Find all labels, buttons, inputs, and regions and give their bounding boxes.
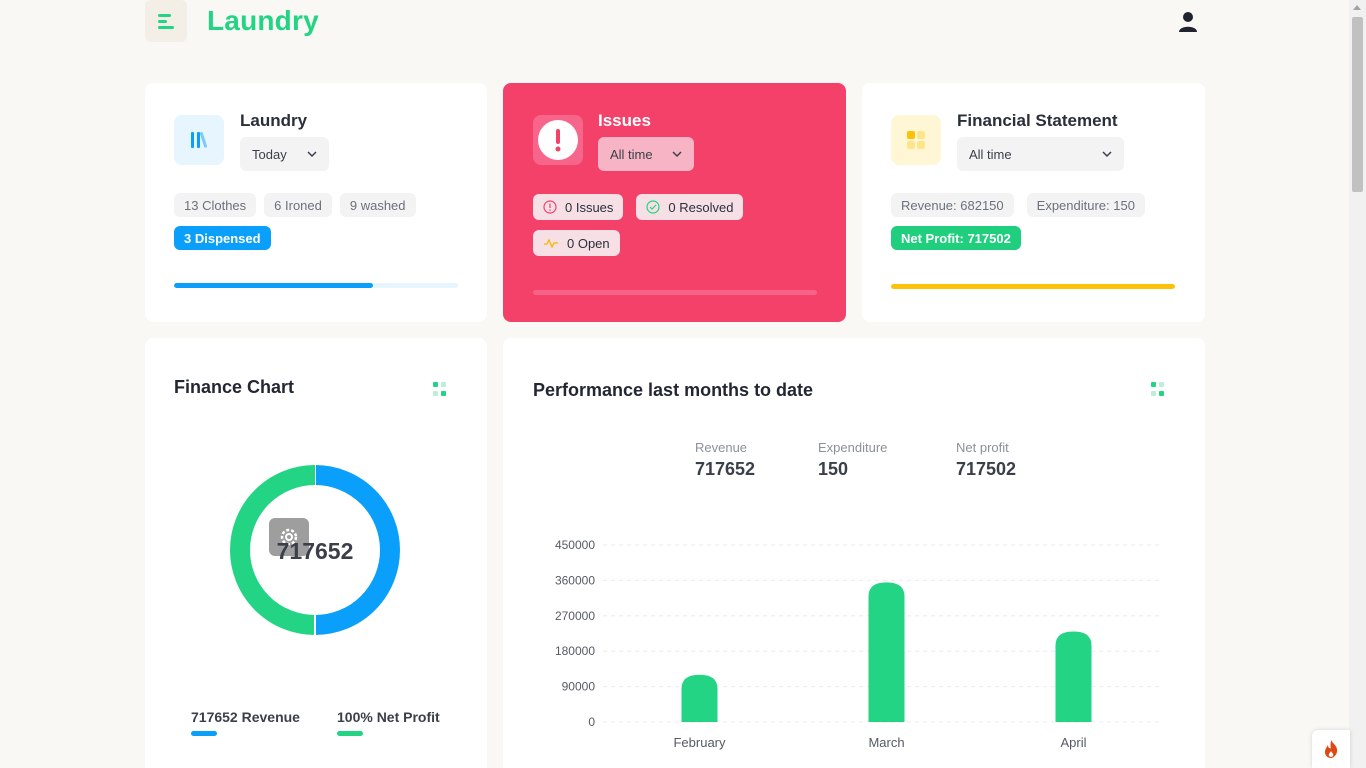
y-tick-label: 0: [588, 715, 595, 729]
issues-count-chip: 0 Issues: [533, 194, 624, 220]
menu-button[interactable]: [145, 0, 187, 42]
bar-april: [1055, 631, 1092, 722]
laundry-progress-bar: [174, 283, 458, 288]
laundry-period-select[interactable]: Today: [240, 137, 329, 171]
resolved-icon: [646, 200, 661, 214]
y-tick-label: 360000: [555, 573, 595, 587]
financial-period-value: All time: [969, 146, 1012, 162]
open-count-chip: 0 Open: [533, 230, 620, 256]
revenue-chip: Revenue: 682150: [891, 193, 1014, 217]
y-tick-label: 450000: [555, 538, 595, 552]
net-profit-chip: Net Profit: 717502: [891, 226, 1021, 250]
bar-march: [868, 582, 905, 722]
finance-chart-card: Finance Chart 717652 717652 Revenue 100%…: [145, 338, 487, 768]
info-circle-icon: [543, 200, 557, 214]
menu-icon-line: [158, 19, 167, 23]
activity-icon: [544, 238, 558, 249]
performance-bar-chart: 450000 360000 270000 180000 90000 0 February Ma…: [555, 538, 1163, 750]
alert-icon: [533, 115, 583, 165]
resolved-count-label: 0 Resolved: [668, 199, 734, 215]
y-tick-label: 180000: [555, 644, 595, 658]
page-scrollbar[interactable]: [1349, 0, 1366, 768]
expenditure-chip: Expenditure: 150: [1026, 193, 1145, 217]
scrollbar-thumb[interactable]: [1352, 17, 1363, 192]
flame-icon: [1325, 740, 1338, 758]
chevron-down-icon: [1102, 151, 1112, 158]
donut-center-value: 717652: [276, 538, 354, 564]
brand-title: Laundry: [207, 5, 319, 36]
user-icon[interactable]: [1177, 10, 1199, 34]
issues-progress-bar: [533, 290, 817, 295]
ironed-count-chip: 6 Ironed: [264, 193, 332, 217]
legend-net-profit-swatch: [337, 731, 363, 736]
finance-chart-title: Finance Chart: [174, 377, 295, 397]
bar-february: [681, 674, 718, 722]
x-tick-label-march: March: [868, 735, 904, 750]
legend-revenue: 717652 Revenue: [191, 709, 300, 725]
books-icon: [174, 115, 224, 165]
washed-count-chip: 9 washed: [339, 193, 416, 217]
dispensed-count-chip: 3 Dispensed: [174, 226, 271, 250]
issues-card: Issues All time 0 Issues 0 Resolved 0 Op…: [503, 83, 846, 322]
clothes-count-chip: 13 Clothes: [174, 193, 257, 217]
debug-toolbar-button[interactable]: [1312, 730, 1350, 768]
laundry-card-title: Laundry: [240, 111, 308, 130]
grid-icon: [891, 115, 941, 165]
performance-card: Performance last months to date Revenue …: [503, 338, 1205, 768]
issues-period-select[interactable]: All time: [598, 137, 694, 171]
legend-revenue-swatch: [191, 731, 217, 736]
open-count-label: 0 Open: [567, 235, 610, 251]
laundry-card: Laundry Today 13 Clothes 6 Ironed 9 wash…: [145, 83, 487, 322]
more-options-icon[interactable]: [433, 382, 447, 396]
financial-period-select[interactable]: All time: [957, 137, 1124, 171]
issues-card-title: Issues: [598, 111, 651, 130]
issues-period-value: All time: [610, 146, 653, 162]
financial-card: Financial Statement All time Revenue: 68…: [862, 83, 1205, 322]
issues-count-label: 0 Issues: [565, 199, 614, 215]
scroll-up-arrow-icon[interactable]: [1353, 5, 1361, 10]
laundry-period-value: Today: [252, 146, 287, 162]
financial-progress-bar: [891, 284, 1175, 289]
legend-net-profit: 100% Net Profit: [337, 709, 440, 725]
y-tick-label: 90000: [562, 680, 596, 694]
y-tick-label: 270000: [555, 609, 595, 623]
financial-card-title: Financial Statement: [957, 111, 1118, 130]
chevron-down-icon: [307, 151, 317, 158]
menu-icon-line: [158, 13, 171, 17]
menu-icon-line: [158, 25, 174, 29]
chevron-down-icon: [672, 151, 682, 158]
x-tick-label-february: February: [673, 735, 726, 750]
x-tick-label-april: April: [1060, 735, 1086, 750]
resolved-count-chip: 0 Resolved: [636, 194, 744, 220]
